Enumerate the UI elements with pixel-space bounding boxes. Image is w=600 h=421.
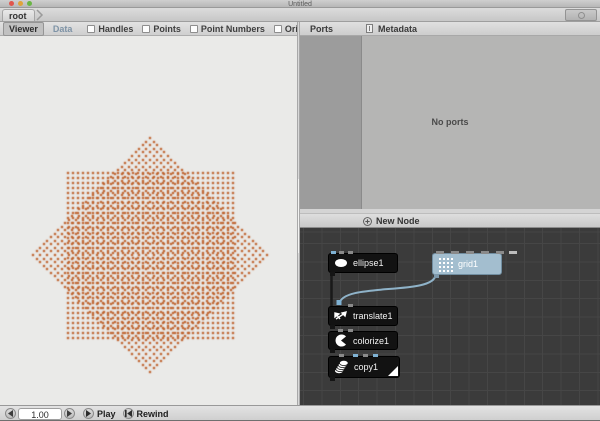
app-window: Untitled root Viewer Data Handles Points… (0, 0, 600, 421)
window-titlebar[interactable]: Untitled (0, 0, 600, 8)
frame-value-field[interactable]: 1.00 (18, 408, 62, 420)
breadcrumb-action-button[interactable] (565, 9, 597, 21)
splitter-handle[interactable] (298, 179, 299, 253)
output-port[interactable] (330, 349, 335, 353)
input-port[interactable] (348, 251, 353, 254)
viewer-canvas[interactable] (0, 36, 297, 405)
checkbox-points[interactable]: Points (142, 24, 181, 34)
input-port[interactable] (466, 251, 474, 254)
new-node-label: New Node (376, 216, 420, 226)
checkbox-point-numbers[interactable]: Point Numbers (190, 24, 265, 34)
splitter-grip-icon[interactable] (366, 24, 373, 33)
breadcrumb: root (0, 8, 600, 22)
input-port[interactable] (353, 354, 358, 357)
checkbox-box[interactable] (190, 25, 198, 33)
input-port[interactable] (496, 251, 504, 254)
node-label: ellipse1 (353, 258, 384, 268)
right-arrow-icon (67, 410, 72, 417)
checkbox-box[interactable] (274, 25, 282, 33)
input-port[interactable] (436, 251, 444, 254)
frame-next-button[interactable] (64, 408, 75, 419)
node-label: grid1 (458, 259, 478, 269)
new-node-button[interactable]: New Node (300, 213, 600, 228)
output-port[interactable] (330, 325, 335, 329)
rewind-label: Rewind (137, 409, 169, 419)
viewer-toolbar: Viewer Data Handles Points Point Numbers… (0, 22, 297, 36)
input-port[interactable] (331, 251, 336, 254)
node-colorize1[interactable]: colorize1 (328, 331, 398, 350)
rewind-icon (125, 410, 132, 417)
breadcrumb-chevron-icon (36, 9, 44, 21)
viewer-canvas-area (0, 36, 297, 405)
checkbox-label: Point Numbers (201, 24, 265, 34)
tab-viewer[interactable]: Viewer (3, 22, 44, 36)
node-label: translate1 (353, 311, 393, 321)
frame-previous-button[interactable] (5, 408, 16, 419)
ports-body: No ports (300, 36, 600, 209)
output-port[interactable] (330, 377, 335, 381)
ports-header: Ports Metadata (300, 22, 600, 36)
input-port[interactable] (348, 329, 353, 332)
colorize-icon (334, 334, 348, 347)
input-port[interactable] (451, 251, 459, 254)
output-port[interactable] (434, 274, 439, 278)
playback-bar: 1.00 Play Rewind (0, 405, 600, 421)
node-label: copy1 (354, 362, 378, 372)
left-arrow-icon (8, 410, 13, 417)
copy-icon (334, 359, 349, 375)
node-ellipse1[interactable]: ellipse1 (328, 253, 398, 273)
play-button[interactable] (83, 408, 94, 419)
input-port[interactable] (363, 354, 368, 357)
rendered-node-flag-icon (388, 366, 398, 376)
node-copy1[interactable]: copy1 (328, 356, 400, 378)
input-port[interactable] (509, 251, 517, 254)
checkbox-label: Points (153, 24, 181, 34)
input-port[interactable] (338, 329, 343, 332)
rewind-button[interactable] (123, 408, 134, 419)
node-translate1[interactable]: translate1 (328, 306, 398, 326)
ports-panel-title: Ports (310, 24, 333, 34)
tab-metadata[interactable]: Metadata (378, 24, 417, 34)
input-port[interactable] (339, 354, 344, 357)
checkbox-box[interactable] (142, 25, 150, 33)
plus-circle-icon (363, 217, 372, 226)
tab-data[interactable]: Data (47, 22, 79, 36)
input-port[interactable] (481, 251, 489, 254)
output-port[interactable] (330, 272, 335, 276)
checkbox-handles[interactable]: Handles (87, 24, 133, 34)
status-circle-icon (578, 12, 585, 19)
ellipse-icon (334, 257, 348, 269)
translate-icon (334, 310, 348, 322)
input-port[interactable] (339, 251, 344, 254)
checkbox-label: Handles (98, 24, 133, 34)
input-port[interactable] (373, 354, 378, 357)
node-network-canvas[interactable]: ellipse1 grid1 translate1 colorize1 copy1 (300, 228, 600, 405)
breadcrumb-root-tab[interactable]: root (2, 9, 35, 21)
breadcrumb-root-label: root (9, 11, 27, 21)
no-ports-message: No ports (300, 117, 600, 127)
checkbox-box[interactable] (87, 25, 95, 33)
play-icon (86, 410, 91, 417)
node-grid1[interactable]: grid1 (432, 253, 502, 275)
play-label: Play (97, 409, 116, 419)
node-label: colorize1 (353, 336, 389, 346)
grid-icon (438, 257, 453, 272)
input-port[interactable] (348, 304, 353, 307)
